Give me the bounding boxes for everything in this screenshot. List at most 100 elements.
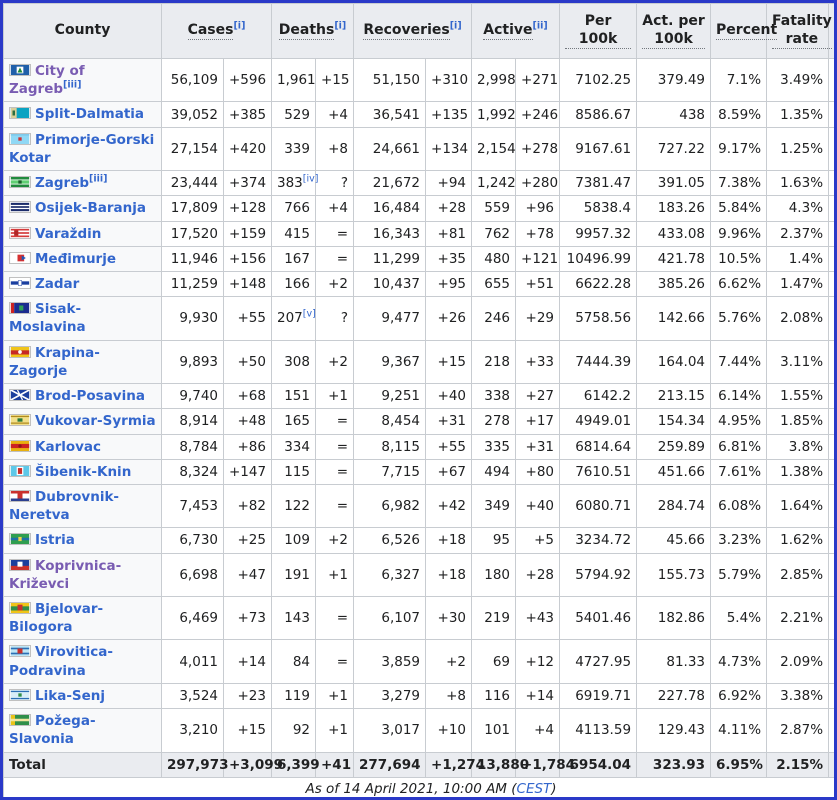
cell-deaths: 415 [271,220,316,247]
cell-ref[interactable]: [133] [828,195,834,222]
cell-recoveries-delta: +81 [425,220,473,247]
county-link[interactable]: Split-Dalmatia [35,106,144,122]
flag-icon-varazdin [9,226,31,239]
header-note-active[interactable]: [ii] [533,20,548,31]
column-header-fatality-rate[interactable]: Fatality rate [766,3,832,59]
cell-per100k: 9957.32 [559,220,638,247]
column-header-percent[interactable]: Percent [710,3,778,59]
county-note[interactable]: [iii] [63,80,81,91]
county-link[interactable]: Vukovar-Syrmia [35,413,156,429]
cell-per100k: 10496.99 [559,245,638,272]
cell-recoveries-delta: +18 [425,552,473,598]
cell-fatality-rate: 1.64% [766,483,830,529]
county-link[interactable]: Zagreb[iii] [35,174,108,191]
cell-cases: 7,453 [161,483,224,529]
cell-active: 218 [471,339,517,385]
cell-recoveries: 51,150 [353,57,427,103]
column-header-act-per100k[interactable]: Act. per 100k [636,3,712,59]
cell-county: Sisak-Moslavina [3,296,162,341]
county-link[interactable]: Šibenik-Knin [35,464,131,480]
cell-percent: 6.95% [710,751,768,778]
cell-deaths: 115 [271,458,316,485]
cell-active: 655 [471,270,517,298]
column-header-recoveries[interactable]: Recoveries[i] [353,3,473,59]
cell-percent: 5.84% [710,195,768,222]
county-link[interactable]: Karlovac [35,439,101,455]
cell-percent: 7.44% [710,339,768,385]
cell-ref[interactable]: [147] [828,639,834,684]
flag-icon-sibenik [9,464,31,477]
county-link[interactable]: Brod-Posavina [35,388,145,404]
column-header-per100k[interactable]: Per 100k [559,3,638,59]
cell-deaths-delta: +4 [314,101,355,128]
cell-per100k: 5838.4 [559,195,638,222]
cell-ref[interactable]: [142] [828,458,834,485]
cell-recoveries-delta: +28 [425,195,473,222]
cell-fatality-rate: 2.21% [766,596,830,641]
cell-active: 13,880 [471,751,529,778]
cell-ref[interactable]: [135] [828,245,834,272]
cell-ref[interactable]: [139] [828,383,834,410]
cell-ref[interactable]: [140] [828,408,834,435]
county-link[interactable]: Zadar [35,276,79,292]
cell-cases-delta: +15 [223,708,272,753]
table-row: Virovitica-Podravina 4,011 +14 84 = 3,859 +2 69… [3,639,834,684]
table-row: Varaždin 17,520 +159 415 = 16,343 +81 762 +78 995… [3,220,834,247]
cell-county: Šibenik-Knin [3,458,162,485]
cell-ref[interactable]: [141] [828,433,834,460]
column-header-deaths[interactable]: Deaths[i] [270,3,355,59]
cell-ref[interactable]: [150] [828,751,834,778]
cell-cases-delta: +596 [223,57,272,103]
county-link[interactable]: Osijek-Baranja [35,200,146,216]
cell-ref[interactable]: [145] [828,552,834,598]
cell-active-delta: +121 [515,245,561,272]
cell-ref[interactable]: [149] [828,708,834,753]
column-header-active[interactable]: Active[ii] [471,3,561,59]
cell-recoveries-delta: +15 [425,339,473,385]
cell-ref[interactable]: [129] [828,57,834,103]
header-note-deaths[interactable]: [i] [334,20,346,31]
cell-cases: 23,444 [161,170,224,197]
county-link[interactable]: Lika-Senj [35,688,105,704]
cell-county: Dubrovnik-Neretva [3,483,162,529]
cell-recoveries-delta: +8 [425,682,473,710]
cell-act-per100k: 183.26 [636,195,712,222]
column-header-cases[interactable]: Cases[i] [161,3,272,59]
cell-ref[interactable]: [144] [828,527,834,554]
cell-ref[interactable]: [131] [828,126,834,172]
cell-deaths: 1,961 [271,57,316,103]
cell-recoveries: 9,251 [353,383,427,410]
county-link[interactable]: Varaždin [35,226,101,242]
cell-fatality-rate: 3.38% [766,682,830,710]
deaths-note[interactable]: [iv] [303,174,319,185]
cell-ref[interactable]: [132] [828,170,834,197]
deaths-note[interactable]: [v] [303,309,316,320]
cell-ref[interactable]: [137] [828,296,834,341]
header-note-cases[interactable]: [i] [233,20,245,31]
county-note[interactable]: [iii] [89,174,107,185]
cell-act-per100k: 727.22 [636,126,712,172]
column-header-county[interactable]: County [3,3,162,59]
cell-recoveries-delta: +135 [425,101,473,128]
cell-ref[interactable]: [143] [828,483,834,529]
county-link[interactable]: Istria [35,532,75,548]
cell-active-delta: +271 [515,57,561,103]
cell-percent: 9.96% [710,220,768,247]
timezone-link[interactable]: CEST [517,781,552,797]
cell-ref[interactable]: [136] [828,270,834,298]
cell-act-per100k: 421.78 [636,245,712,272]
screenshot-root: County Cases[i] Deaths[i] Recoveries[i] … [0,0,837,800]
cell-county: Osijek-Baranja [3,195,162,222]
cell-ref[interactable]: [138] [828,339,834,385]
cell-per100k: 3234.72 [559,527,638,554]
cell-ref[interactable]: [146] [828,596,834,641]
cell-ref[interactable]: [148] [828,682,834,710]
cell-cases: 4,011 [161,639,224,684]
cell-recoveries: 11,299 [353,245,427,272]
flag-icon-bjelovar [9,602,31,615]
county-link[interactable]: Međimurje [35,251,116,267]
header-note-recoveries[interactable]: [i] [450,20,462,31]
cell-ref[interactable]: [134] [828,220,834,247]
as-of-suffix: ) [551,780,557,797]
cell-ref[interactable]: [130] [828,101,834,128]
